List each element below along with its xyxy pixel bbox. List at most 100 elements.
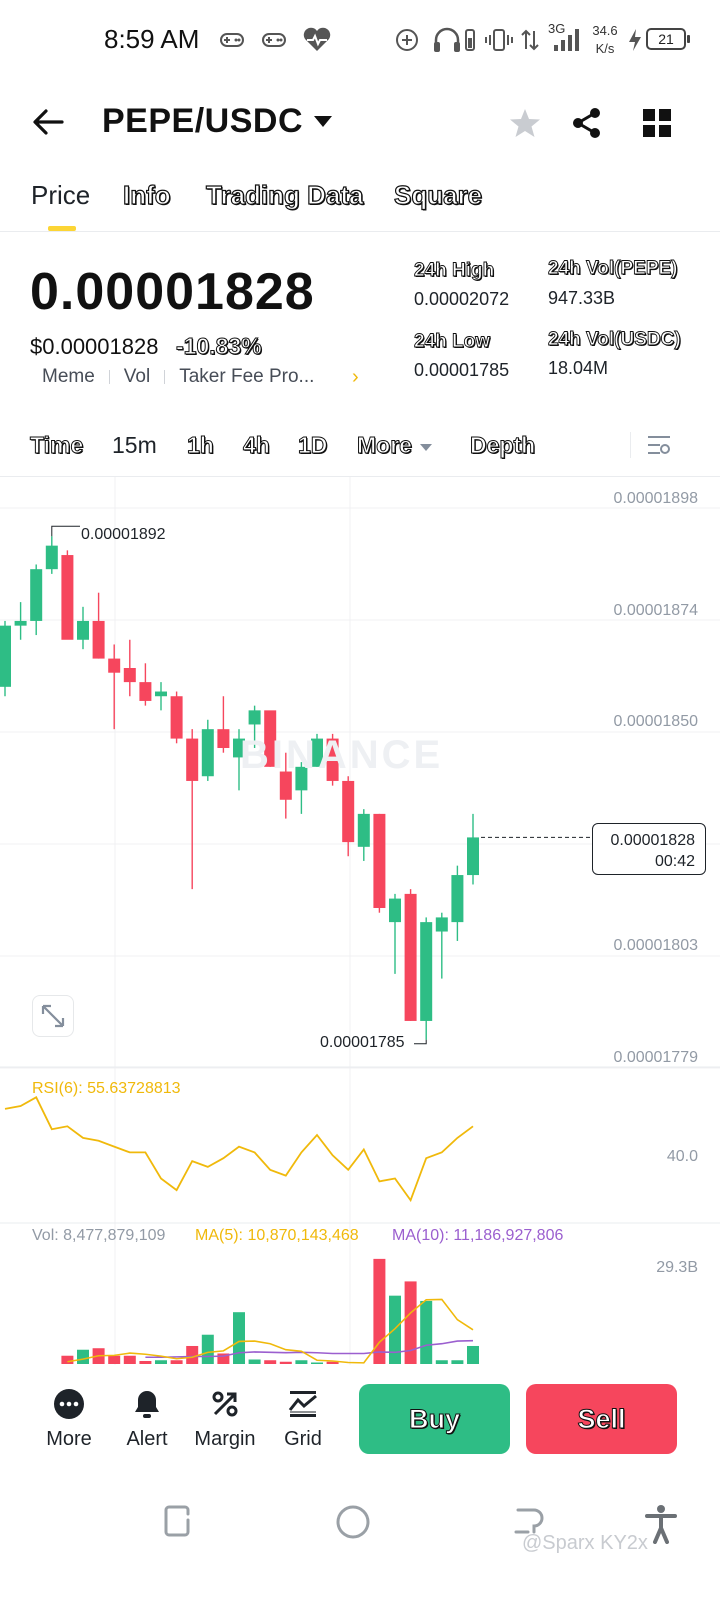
volume-bar <box>233 1312 245 1364</box>
header: PEPE/USDC <box>0 90 720 160</box>
volume-bar <box>435 1360 448 1364</box>
candle-body <box>14 620 27 626</box>
grid-icon[interactable] <box>640 106 674 140</box>
candle-body <box>342 780 355 843</box>
grid-trading-button[interactable]: Grid <box>268 1388 338 1451</box>
battery-level: 21 <box>646 28 690 50</box>
tab-square[interactable]: Square <box>393 179 482 211</box>
volume-bar <box>389 1295 401 1364</box>
candle-body <box>420 922 433 1021</box>
share-icon[interactable] <box>570 106 604 140</box>
high-marker-label: 0.00001892 <box>81 526 166 543</box>
vol-quote-label: 24h Vol(USDC) <box>548 329 682 351</box>
tags-more-icon[interactable]: › <box>352 366 359 389</box>
tag-row: Meme Vol Taker Fee Pro... <box>42 366 314 388</box>
price-axis-label: 0.00001779 <box>613 1049 698 1066</box>
volume-bar <box>108 1355 121 1364</box>
tag-meme[interactable]: Meme <box>42 366 95 388</box>
candle-body <box>451 875 464 923</box>
price-axis-label: 0.00001874 <box>613 602 698 619</box>
chevron-down-icon[interactable] <box>420 444 432 451</box>
charging-icon <box>626 26 644 54</box>
last-price: 0.00001828 <box>30 263 315 321</box>
more-button[interactable]: More <box>34 1388 104 1451</box>
bottom-action-bar: More Alert Margin Grid Buy Sell <box>0 1366 720 1478</box>
back-arrow-icon[interactable] <box>30 104 66 140</box>
alert-button[interactable]: Alert <box>112 1388 182 1451</box>
chart-settings-icon[interactable] <box>646 432 672 463</box>
divider <box>630 432 631 458</box>
price-axis-label: 0.00001898 <box>613 490 698 507</box>
interval-15m[interactable]: 15m <box>112 432 157 459</box>
tab-info[interactable]: Info <box>122 179 171 211</box>
sell-button[interactable]: Sell <box>526 1384 677 1454</box>
volume-bar <box>264 1360 277 1364</box>
candle-body <box>248 710 261 725</box>
interval-1d[interactable]: 1D <box>297 432 327 459</box>
recents-icon[interactable] <box>160 1504 194 1543</box>
tag-taker-fee[interactable]: Taker Fee Pro... <box>179 366 314 388</box>
tab-price[interactable]: Price <box>31 180 90 211</box>
ma5-label: MA(5): 10,870,143,468 <box>195 1227 359 1244</box>
candle-body <box>61 555 74 640</box>
buy-button[interactable]: Buy <box>359 1384 510 1454</box>
caret-down-icon[interactable] <box>314 116 332 127</box>
chart-area[interactable]: BINANCE 0.00001898 0.00001874 0.00001850… <box>0 477 720 1365</box>
volume-bar <box>61 1355 74 1364</box>
candle-body <box>123 668 136 683</box>
ma10-label: MA(10): 11,186,927,806 <box>392 1227 564 1244</box>
accessibility-icon[interactable] <box>644 1504 678 1549</box>
volume-bar <box>123 1355 136 1364</box>
tab-trading-data[interactable]: Trading Data <box>205 179 364 211</box>
candle-body <box>30 569 43 621</box>
home-icon[interactable] <box>335 1504 371 1545</box>
volume-bar <box>295 1360 308 1364</box>
interval-1h[interactable]: 1h <box>187 432 215 459</box>
watermark: BINANCE <box>240 733 444 777</box>
watermark-credit: @Sparx KY2x <box>522 1532 648 1554</box>
candle-body <box>217 729 230 748</box>
candle-body <box>139 682 152 701</box>
tag-separator <box>164 370 166 384</box>
low-label: 24h Low <box>414 331 491 353</box>
price-axis-label: 0.00001803 <box>613 937 698 954</box>
grid-trading-icon <box>288 1391 317 1417</box>
high-label: 24h High <box>414 260 495 282</box>
vol-base-value: 947.33B <box>548 288 616 308</box>
interval-bar: Time 15m 1h 4h 1D More Depth <box>0 420 720 476</box>
volume-bar <box>279 1361 292 1364</box>
star-icon[interactable] <box>508 106 542 140</box>
tag-vol[interactable]: Vol <box>124 366 150 388</box>
vol-base-label: 24h Vol(PEPE) <box>548 258 678 280</box>
volume-bar <box>201 1334 214 1364</box>
current-price-label: 0.00001828 <box>610 832 695 849</box>
volume-bar <box>451 1360 464 1364</box>
volume-bar <box>467 1345 479 1364</box>
volume-bar <box>77 1349 89 1364</box>
interval-4h[interactable]: 4h <box>243 432 271 459</box>
candle-body <box>357 813 370 847</box>
expand-icon[interactable] <box>32 995 74 1037</box>
vol-quote-value: 18.04M <box>548 358 609 378</box>
candle-body <box>0 625 11 687</box>
low-marker-label: 0.00001785 <box>320 1034 405 1051</box>
candle-body <box>45 545 58 570</box>
data-arrows-icon <box>520 26 540 54</box>
tab-bar: Price Info Trading Data Square <box>0 176 720 232</box>
margin-button[interactable]: Margin <box>190 1388 260 1451</box>
tag-separator <box>108 370 110 384</box>
candle-body <box>92 620 105 659</box>
volume-bar <box>170 1360 183 1364</box>
candle-countdown: 00:42 <box>654 853 695 870</box>
pair-title[interactable]: PEPE/USDC <box>102 102 303 141</box>
price-axis-label: 0.00001850 <box>613 713 698 730</box>
low-value: 0.00001785 <box>414 360 510 380</box>
depth-tab[interactable]: Depth <box>469 432 535 459</box>
candle-body <box>467 837 479 876</box>
divider <box>0 231 720 232</box>
rsi-axis-label: 40.0 <box>666 1148 698 1165</box>
interval-more[interactable]: More <box>357 432 413 459</box>
usd-price: $0.00001828 <box>30 334 159 359</box>
interval-time[interactable]: Time <box>29 432 83 459</box>
rsi-line <box>4 1096 474 1203</box>
